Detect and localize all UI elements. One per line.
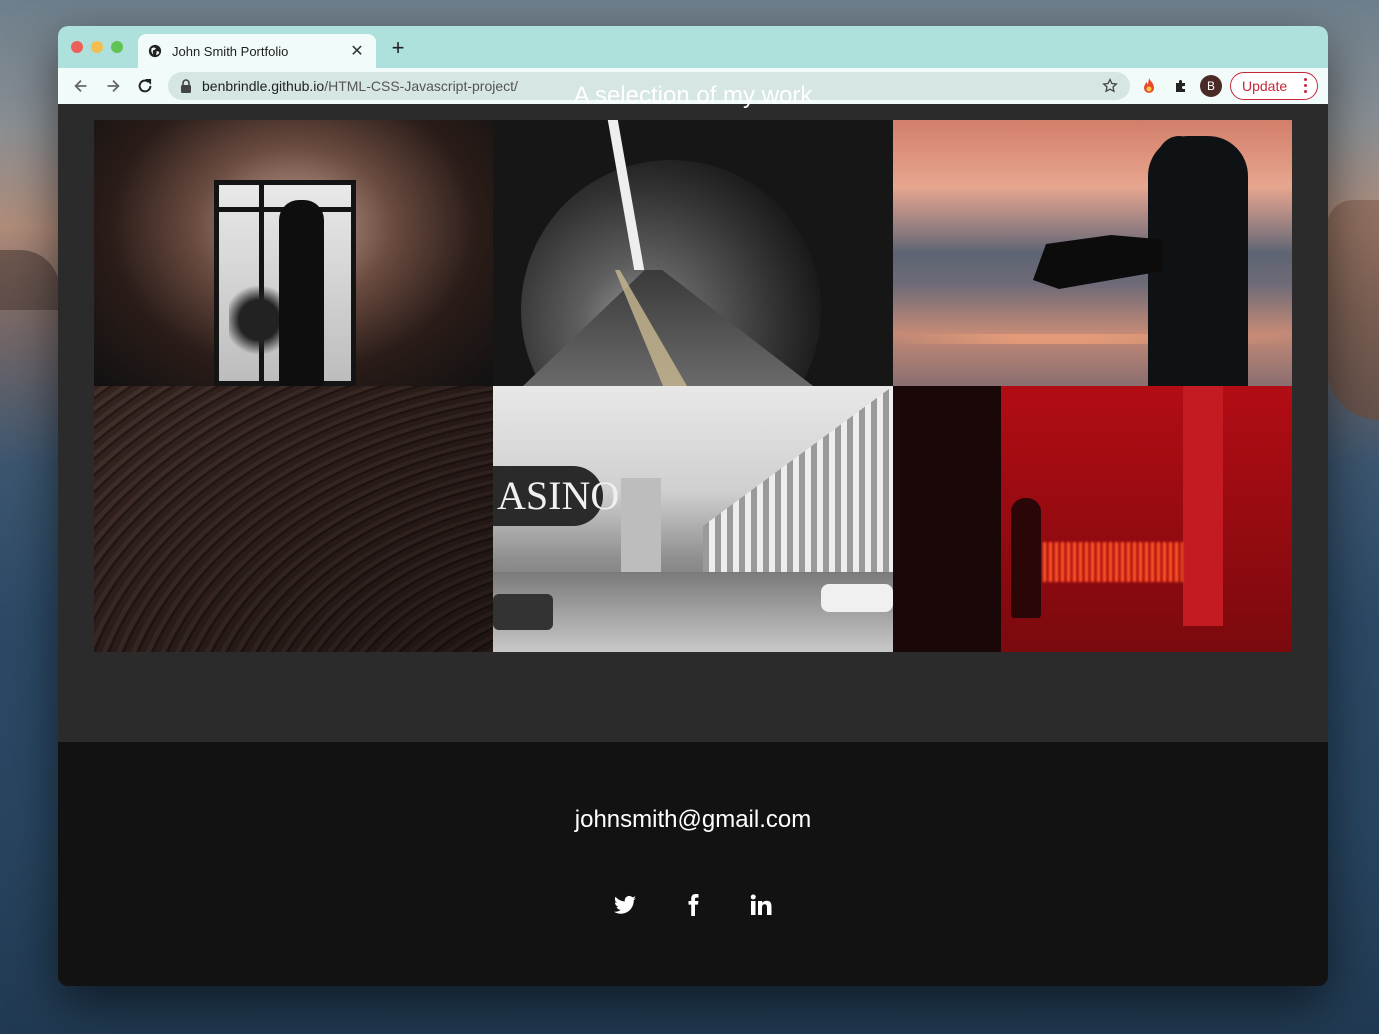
twitter-link[interactable] (612, 892, 638, 918)
close-window-button[interactable] (71, 41, 83, 53)
maximize-window-button[interactable] (111, 41, 123, 53)
casino-sign-image: ASINO (493, 466, 619, 526)
corridor-silhouette-photo[interactable] (94, 120, 493, 386)
tab-john-smith-portfolio[interactable]: John Smith Portfolio ✕ (138, 34, 376, 68)
close-tab-icon[interactable]: ✕ (348, 41, 366, 61)
camera-operator-sunset-photo[interactable] (893, 120, 1292, 386)
tab-title: John Smith Portfolio (172, 43, 289, 59)
footer: johnsmith@gmail.com (58, 742, 1328, 986)
social-links (58, 892, 1328, 918)
wooden-curves-photo[interactable] (94, 386, 493, 652)
casino-street-photo[interactable]: ASINO (493, 386, 893, 652)
linkedin-link[interactable] (748, 892, 774, 918)
desktop-rock-right (1327, 200, 1379, 420)
minimize-window-button[interactable] (91, 41, 103, 53)
tunnel-photo[interactable] (493, 120, 893, 386)
facebook-link[interactable] (680, 892, 706, 918)
page-content: A selection of my work ASINO johnsmith@g… (58, 82, 1328, 986)
section-heading: A selection of my work (573, 82, 813, 109)
facebook-icon (688, 894, 699, 916)
browser-window: John Smith Portfolio ✕ + benbrindle.gith… (58, 26, 1328, 986)
window-controls (71, 41, 123, 53)
twitter-icon (614, 895, 636, 914)
work-gallery: ASINO (94, 120, 1292, 652)
red-room-photo[interactable] (893, 386, 1292, 652)
desktop-rock-left (0, 250, 60, 310)
new-tab-button[interactable]: + (388, 37, 408, 59)
contact-email[interactable]: johnsmith@gmail.com (58, 806, 1328, 834)
globe-icon (148, 44, 162, 58)
linkedin-icon (750, 894, 772, 915)
browser-titlebar: John Smith Portfolio ✕ + (58, 26, 1328, 68)
